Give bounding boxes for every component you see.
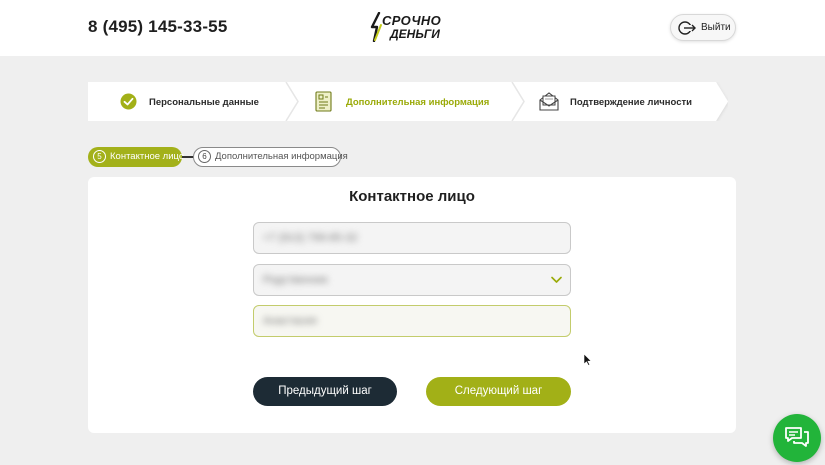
- mouse-cursor-icon: [584, 354, 592, 366]
- step-label-verification: Подтверждение личности: [570, 97, 692, 108]
- relation-select[interactable]: Родственник: [253, 264, 571, 296]
- relation-value: Родственник: [263, 274, 328, 286]
- form-card: Контактное лицо +7 (913) 799-85-32 Родст…: [88, 177, 736, 433]
- logout-icon: [678, 21, 696, 35]
- document-form-icon: [315, 91, 332, 112]
- chevron-down-icon: [551, 276, 562, 283]
- next-step-button[interactable]: Следующий шаг: [426, 377, 571, 406]
- logo-text-top: СРОЧНО: [382, 13, 441, 28]
- logout-label: Выйти: [701, 22, 731, 33]
- contact-phone-field[interactable]: +7 (913) 799-85-32: [253, 222, 571, 254]
- substep-additional-info[interactable]: 6 Дополнительная информация: [193, 147, 348, 167]
- previous-step-button[interactable]: Предыдущий шаг: [253, 377, 397, 406]
- substep-number: 5: [93, 150, 106, 163]
- chat-bubbles-icon: [785, 427, 809, 447]
- step-label-personal: Персональные данные: [149, 97, 259, 108]
- substep-label: Контактное лицо: [110, 151, 185, 162]
- logout-button[interactable]: Выйти: [670, 14, 736, 41]
- site-logo[interactable]: СРОЧНО ДЕНЬГИ: [370, 12, 454, 44]
- progress-steps: Персональные данные Дополнительная инфор…: [88, 82, 728, 121]
- envelope-icon: [539, 92, 559, 111]
- chat-button[interactable]: [773, 414, 821, 462]
- substep-contact-person[interactable]: 5 Контактное лицо: [88, 147, 185, 167]
- substep-number: 6: [198, 150, 211, 163]
- step-label-additional: Дополнительная информация: [346, 97, 490, 108]
- contact-name-field[interactable]: Анастасия: [253, 305, 571, 337]
- check-circle-icon: [120, 93, 137, 110]
- form-title: Контактное лицо: [349, 188, 475, 205]
- substep-label: Дополнительная информация: [215, 151, 348, 162]
- phone-number[interactable]: 8 (495) 145-33-55: [88, 17, 228, 37]
- contact-phone-value: +7 (913) 799-85-32: [263, 232, 358, 244]
- logo-text-bottom: ДЕНЬГИ: [390, 27, 440, 41]
- contact-name-value: Анастасия: [263, 315, 317, 327]
- site-header: 8 (495) 145-33-55 СРОЧНО ДЕНЬГИ Выйти: [0, 0, 825, 56]
